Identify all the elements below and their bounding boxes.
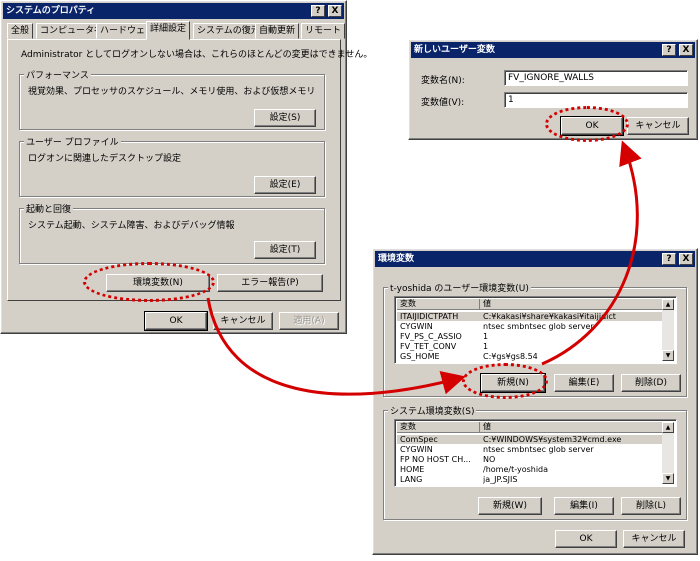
- scroll-up-icon[interactable]: ▲: [662, 299, 674, 310]
- row-name: FV_PS_C_ASSIO: [400, 332, 462, 341]
- row-value: C:¥kakasi¥share¥kakasi¥itaijidict: [483, 312, 616, 321]
- user-profile-desc: ログオンに関連したデスクトップ設定: [28, 154, 182, 164]
- user-variables-title: t-yoshida のユーザー環境変数(U): [388, 281, 531, 294]
- list-row[interactable]: CYGWIN ntsec smbntsec glob server: [397, 445, 662, 454]
- column-value[interactable]: 値: [480, 422, 666, 433]
- performance-group: パフォーマンス 視覚効果、プロセッサのスケジュール、メモリ使用、および仮想メモリ…: [19, 68, 325, 130]
- performance-settings-button[interactable]: 設定(S): [254, 109, 316, 127]
- close-button[interactable]: X: [679, 44, 693, 56]
- column-value[interactable]: 値: [480, 299, 666, 310]
- list-row[interactable]: FP NO HOST CH... NO: [397, 455, 662, 464]
- ok-button[interactable]: OK: [555, 530, 617, 548]
- user-profile-title: ユーザー プロファイル: [24, 135, 121, 148]
- environment-variables-dialog: 環境変数 ? X t-yoshida のユーザー環境変数(U) 変数 値 ITA…: [372, 248, 698, 555]
- row-value: ntsec smbntsec glob server: [483, 322, 594, 331]
- highlight-ring-new-button: [462, 363, 548, 399]
- error-report-button[interactable]: エラー報告(P): [217, 274, 323, 292]
- help-button[interactable]: ?: [662, 253, 676, 265]
- scrollbar[interactable]: ▲ ▼: [662, 299, 674, 361]
- scroll-down-icon[interactable]: ▼: [662, 473, 674, 484]
- startup-recovery-group: 起動と回復 システム起動、システム障害、およびデバッグ情報 設定(T): [19, 202, 325, 264]
- row-name: FP NO HOST CH...: [400, 455, 471, 464]
- help-button[interactable]: ?: [662, 44, 676, 56]
- apply-button[interactable]: 適用(A): [279, 312, 339, 330]
- row-value: /home/t-yoshida: [483, 465, 549, 474]
- variable-value-label: 変数値(V):: [421, 98, 465, 108]
- list-row[interactable]: ComSpec C:¥WINDOWS¥system32¥cmd.exe: [397, 435, 662, 444]
- list-row[interactable]: FV_TET_CONV 1: [397, 342, 662, 351]
- list-row[interactable]: GS_HOME C:¥gs¥gs8.54: [397, 352, 662, 361]
- row-name: CYGWIN: [400, 322, 433, 331]
- title-bar[interactable]: システムのプロパティ ? X: [3, 3, 344, 19]
- user-delete-button[interactable]: 削除(D): [621, 374, 681, 392]
- system-delete-button[interactable]: 削除(L): [621, 497, 681, 515]
- list-row[interactable]: LANG ja_JP.SJIS: [397, 475, 662, 484]
- scroll-up-icon[interactable]: ▲: [662, 422, 674, 433]
- dialog-title: 環境変数: [378, 254, 415, 264]
- system-variables-list[interactable]: 変数 値 ComSpec C:¥WINDOWS¥system32¥cmd.exe…: [394, 419, 677, 487]
- startup-recovery-title: 起動と回復: [24, 202, 74, 215]
- list-header: 変数 値: [397, 299, 662, 310]
- performance-title: パフォーマンス: [24, 68, 91, 81]
- admin-notice: Administrator としてログオンしない場合は、これらのほとんどの変更は…: [21, 50, 373, 60]
- tab-auto-update[interactable]: 自動更新: [255, 23, 300, 39]
- tab-advanced[interactable]: 詳細設定: [146, 21, 191, 40]
- tab-general[interactable]: 全般: [7, 23, 34, 39]
- scrollbar[interactable]: ▲ ▼: [662, 422, 674, 484]
- help-button[interactable]: ?: [311, 5, 325, 17]
- column-variable[interactable]: 変数: [397, 299, 480, 310]
- startup-recovery-desc: システム起動、システム障害、およびデバッグ情報: [28, 221, 235, 231]
- system-edit-button[interactable]: 編集(I): [554, 497, 614, 515]
- system-variables-group: システム環境変数(S) 変数 値 ComSpec C:¥WINDOWS¥syst…: [383, 404, 687, 520]
- close-button[interactable]: X: [679, 253, 693, 265]
- cancel-button[interactable]: キャンセル: [623, 530, 685, 548]
- column-variable[interactable]: 変数: [397, 422, 480, 433]
- row-value: C:¥WINDOWS¥system32¥cmd.exe: [483, 435, 622, 444]
- row-name: FV_TET_CONV: [400, 342, 457, 351]
- tab-system-restore[interactable]: システムの復元: [193, 23, 264, 39]
- user-variables-list[interactable]: 変数 値 ITAIJIDICTPATH C:¥kakasi¥share¥kaka…: [394, 296, 677, 364]
- highlight-ring-env-button: [83, 262, 215, 302]
- system-variables-title: システム環境変数(S): [388, 404, 477, 417]
- row-value: NO: [483, 455, 496, 464]
- close-button[interactable]: X: [328, 5, 342, 17]
- list-header: 変数 値: [397, 422, 662, 433]
- user-profile-settings-button[interactable]: 設定(E): [254, 176, 316, 194]
- row-value: 1: [483, 332, 489, 341]
- list-row[interactable]: FV_PS_C_ASSIO 1: [397, 332, 662, 341]
- cancel-button[interactable]: キャンセル: [627, 117, 689, 135]
- list-row[interactable]: HOME /home/t-yoshida: [397, 465, 662, 474]
- performance-desc: 視覚効果、プロセッサのスケジュール、メモリ使用、および仮想メモリ: [28, 87, 316, 97]
- tab-remote[interactable]: リモート: [301, 23, 346, 39]
- cancel-button[interactable]: キャンセル: [213, 312, 273, 330]
- row-value: 1: [483, 342, 489, 351]
- scroll-down-icon[interactable]: ▼: [662, 350, 674, 361]
- startup-recovery-settings-button[interactable]: 設定(T): [254, 241, 316, 259]
- row-name: HOME: [400, 465, 425, 474]
- row-name: ITAIJIDICTPATH: [400, 312, 459, 321]
- highlight-ring-ok-button: [545, 106, 629, 142]
- user-profile-group: ユーザー プロファイル ログオンに関連したデスクトップ設定 設定(E): [19, 135, 325, 197]
- row-value: ja_JP.SJIS: [483, 475, 518, 484]
- variable-name-label: 変数名(N):: [421, 76, 465, 86]
- dialog-title: 新しいユーザー変数: [414, 45, 495, 55]
- list-row[interactable]: CYGWIN ntsec smbntsec glob server: [397, 322, 662, 331]
- system-new-button[interactable]: 新規(W): [478, 497, 542, 515]
- title-bar[interactable]: 新しいユーザー変数 ? X: [411, 42, 695, 58]
- user-edit-button[interactable]: 編集(E): [554, 374, 614, 392]
- row-value: ntsec smbntsec glob server: [483, 445, 594, 454]
- row-name: CYGWIN: [400, 445, 433, 454]
- row-value: C:¥gs¥gs8.54: [483, 352, 538, 361]
- title-bar[interactable]: 環境変数 ? X: [375, 251, 695, 267]
- window-title: システムのプロパティ: [6, 6, 96, 16]
- row-name: ComSpec: [400, 435, 438, 444]
- row-name: LANG: [400, 475, 423, 484]
- variable-name-field[interactable]: FV_IGNORE_WALLS: [504, 70, 688, 86]
- ok-button[interactable]: OK: [144, 311, 208, 331]
- list-row[interactable]: ITAIJIDICTPATH C:¥kakasi¥share¥kakasi¥it…: [397, 312, 662, 321]
- row-name: GS_HOME: [400, 352, 440, 361]
